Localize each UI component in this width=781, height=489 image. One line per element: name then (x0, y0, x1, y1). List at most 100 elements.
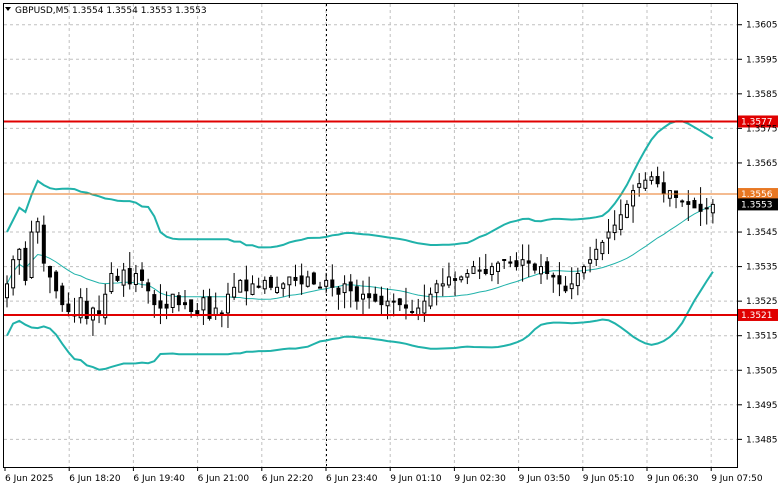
candle-body (422, 300, 427, 314)
candle-body (133, 273, 138, 286)
candle-body (158, 300, 163, 309)
candle-body (41, 224, 46, 264)
candle-body (532, 263, 537, 271)
candle-body (225, 293, 230, 314)
candle-body (489, 266, 494, 275)
candle-body (391, 300, 396, 303)
price-levels: 1.35771.35561.35211.3553 (4, 115, 778, 321)
candle-body (170, 293, 175, 308)
candle-body (373, 293, 378, 302)
candle-body (539, 266, 543, 275)
y-tick-label: 1.3595 (746, 55, 778, 65)
candle-body (428, 293, 433, 307)
candle-body (348, 281, 353, 292)
candle-body (262, 279, 267, 290)
candle-body (23, 247, 28, 281)
candle-body (183, 302, 187, 306)
candle-body (434, 283, 439, 294)
candle-body (385, 300, 390, 307)
y-tick-label: 1.3575 (746, 124, 778, 134)
candle-body (508, 261, 513, 264)
candle-body (35, 221, 40, 233)
candle-body (471, 266, 476, 274)
current-price-label: 1.3553 (741, 200, 773, 210)
candle-body (201, 297, 206, 311)
x-tick-label: 6 Jun 18:20 (69, 474, 121, 484)
candle-body (557, 275, 562, 285)
candle-body (176, 295, 181, 306)
candle-body (164, 303, 169, 309)
candle-body (680, 200, 685, 203)
candle-body (526, 260, 531, 264)
candle-body (618, 214, 623, 230)
candle-body (465, 273, 470, 278)
candle-body (299, 275, 304, 285)
candle-body (281, 283, 286, 289)
x-tick-label: 6 Jun 2025 (5, 474, 53, 484)
symbol-quote-line: GBPUSD,M5 1.3554 1.3554 1.3553 1.3553 (15, 6, 207, 16)
candle-body (54, 271, 59, 292)
candle-body (146, 282, 151, 292)
x-tick-label: 9 Jun 05:10 (583, 474, 635, 484)
candle-body (655, 176, 660, 185)
candle-body (514, 260, 519, 268)
candle-body (575, 273, 580, 287)
candle-body (453, 278, 458, 281)
candle-body (637, 183, 642, 188)
y-tick-label: 1.3485 (746, 435, 778, 445)
y-tick-label: 1.3535 (746, 263, 778, 273)
candle-body (244, 279, 249, 292)
candle-body (520, 259, 525, 266)
candle-body (121, 269, 126, 286)
x-tick-label: 6 Jun 19:40 (133, 474, 185, 484)
candle-body (600, 241, 605, 255)
candle-body (293, 276, 298, 281)
y-tick-label: 1.3585 (746, 90, 778, 100)
candle-body (238, 279, 243, 293)
y-tick-label: 1.3495 (746, 401, 778, 411)
x-tick-label: 9 Jun 06:30 (647, 474, 699, 484)
triangle-down-icon[interactable] (5, 7, 11, 11)
candle-body (403, 304, 408, 309)
candle-body (127, 268, 132, 285)
candle-body (330, 279, 335, 288)
candle-body (624, 203, 629, 218)
candle-body (311, 272, 316, 285)
chart-canvas[interactable]: 1.35771.35561.35211.3553 1.36051.35951.3… (0, 0, 781, 489)
candle-body (416, 307, 421, 316)
candle-body (594, 248, 599, 260)
candle-body (661, 182, 666, 195)
candle-body (189, 299, 194, 313)
y-tick-label: 1.3605 (746, 21, 778, 31)
price-level-label: 1.3521 (741, 311, 773, 321)
candle-body (379, 295, 384, 306)
candle-body (502, 259, 507, 262)
candle-body (232, 286, 237, 298)
candle-body (336, 287, 341, 295)
candle-body (588, 259, 593, 264)
bollinger-upper-band (6, 120, 714, 249)
candle-body (496, 262, 501, 272)
candle-body (256, 285, 261, 288)
candle-body (459, 276, 464, 281)
candle-body (361, 293, 365, 300)
candle-body (115, 275, 120, 281)
x-tick-label: 6 Jun 22:20 (262, 474, 314, 484)
candle-body (29, 231, 34, 279)
candle-body (152, 294, 157, 306)
candle-body (704, 207, 709, 210)
candle-body (606, 231, 611, 239)
y-tick-label: 1.3545 (746, 228, 778, 238)
candle-body (446, 276, 451, 286)
candle-body (631, 190, 636, 207)
x-tick-label: 9 Jun 02:30 (454, 474, 506, 484)
candle-body (66, 303, 71, 313)
candle-body (324, 279, 329, 287)
candle-body (275, 286, 280, 294)
candle-body (287, 276, 292, 286)
candle-body (397, 298, 402, 306)
candle-body (692, 200, 697, 209)
price-axis: 1.3605 1.3595 1.3585 1.3575 1.3565 1.3545 1.35… (738, 21, 778, 445)
y-tick-label: 1.3515 (746, 332, 778, 342)
candle-body (342, 283, 347, 294)
